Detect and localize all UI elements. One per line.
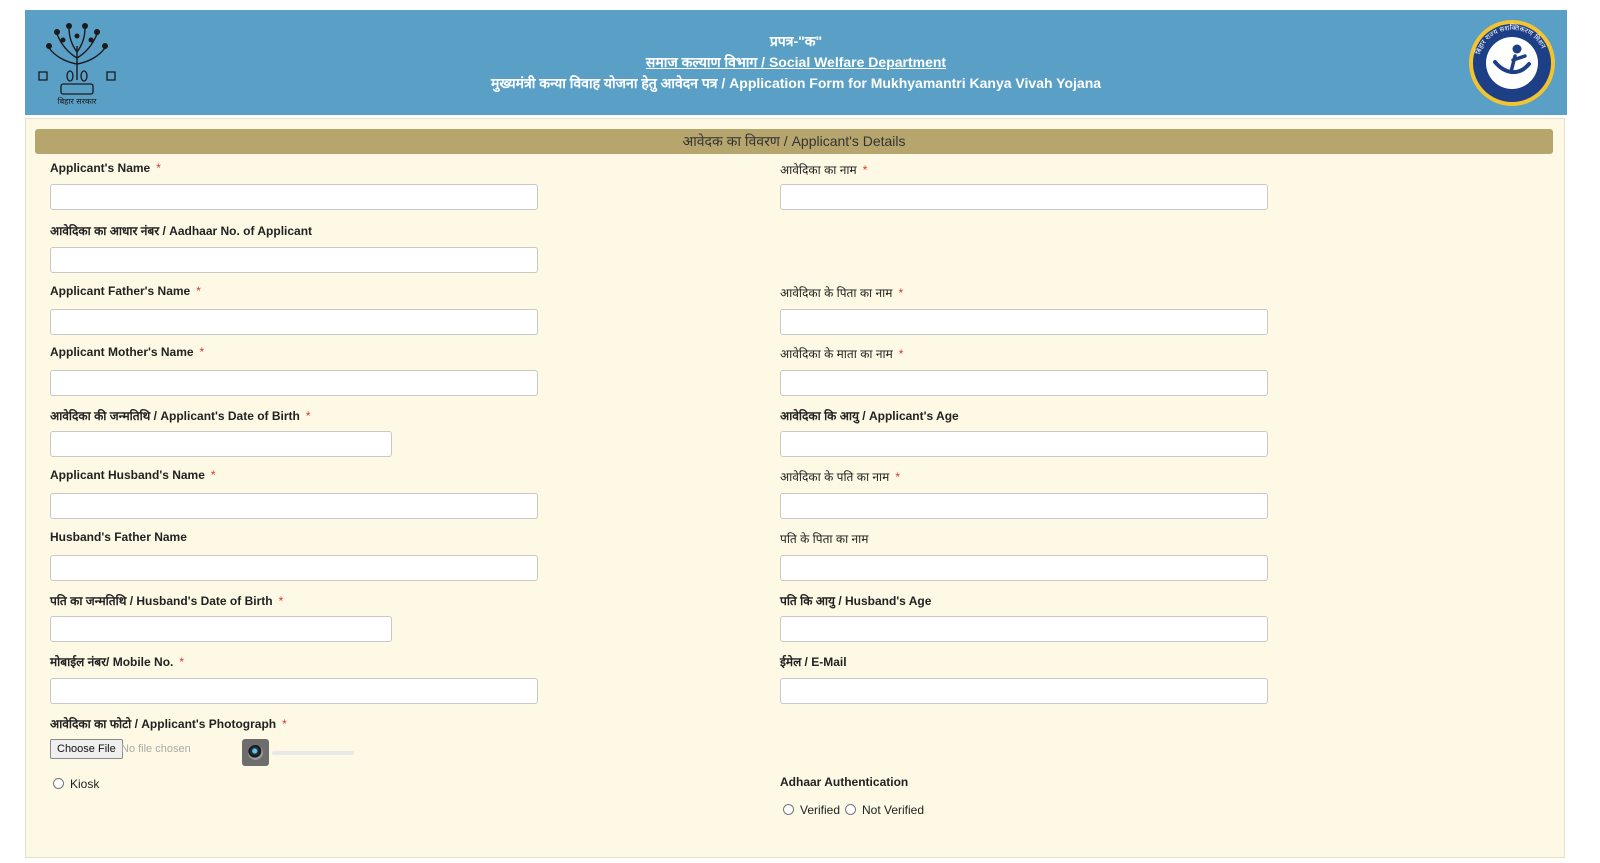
aadhaar-input[interactable] [50, 247, 538, 273]
father-name-hindi-label: आवेदिका के पिता का नाम * [780, 286, 904, 300]
husband-father-input[interactable] [50, 555, 538, 581]
applicant-name-input[interactable] [50, 184, 538, 210]
age-label: आवेदिका कि आयु / Applicant's Age [780, 409, 959, 423]
applicant-name-hindi-label: आवेदिका का नाम * [780, 163, 868, 177]
email-input[interactable] [780, 678, 1268, 704]
husband-dob-label: पति का जन्मतिथि / Husband's Date of Birt… [50, 594, 284, 608]
husband-name-label: Applicant Husband's Name * [50, 468, 216, 482]
kiosk-label: Kiosk [70, 777, 100, 791]
applicant-name-hindi-input[interactable] [780, 184, 1268, 210]
email-label: ईमेल / E-Mail [780, 655, 847, 669]
camera-zoom-slider[interactable] [272, 751, 354, 755]
husband-father-label: Husband's Father Name [50, 530, 187, 544]
svg-text:बिहार सरकार: बिहार सरकार [58, 96, 98, 106]
husband-name-hindi-input[interactable] [780, 493, 1268, 519]
not-verified-label: Not Verified [862, 803, 925, 817]
mobile-input[interactable] [50, 678, 538, 704]
verified-label: Verified [800, 803, 841, 817]
department-title: समाज कल्याण विभाग / Social Welfare Depar… [645, 54, 947, 70]
dob-input[interactable] [50, 431, 392, 457]
husband-father-hindi-input[interactable] [780, 555, 1268, 581]
father-name-label: Applicant Father's Name * [50, 284, 201, 298]
page-header: बिहार सरकार प्रपत्र-"क" समाज कल्याण विभा… [25, 10, 1567, 115]
not-verified-radio[interactable] [845, 804, 856, 815]
camera-icon[interactable] [242, 739, 269, 766]
mission-logo: बिहार राज्य सशक्तिकरण मिशन [1469, 20, 1555, 106]
father-name-input[interactable] [50, 309, 538, 335]
form-code-title: प्रपत्र-"क" [769, 33, 823, 49]
husband-name-input[interactable] [50, 493, 538, 519]
dob-label: आवेदिका की जन्मतिथि / Applicant's Date o… [50, 409, 311, 423]
husband-name-hindi-label: आवेदिका के पति का नाम * [780, 470, 900, 484]
age-input[interactable] [780, 431, 1268, 457]
kiosk-radio[interactable] [53, 778, 64, 789]
aadhaar-label: आवेदिका का आधार नंबर / Aadhaar No. of Ap… [50, 224, 313, 238]
husband-age-input[interactable] [780, 616, 1268, 642]
file-status-text: No file chosen [121, 743, 191, 755]
mother-name-hindi-input[interactable] [780, 370, 1268, 396]
application-form-title: मुख्यमंत्री कन्या विवाह योजना हेतु आवेदन… [490, 75, 1102, 91]
mother-name-input[interactable] [50, 370, 538, 396]
section-title-bar: आवेदक का विवरण / Applicant's Details [35, 129, 1553, 154]
husband-father-hindi-label: पति के पिता का नाम [780, 532, 869, 546]
father-name-hindi-input[interactable] [780, 309, 1268, 335]
mobile-label: मोबाईल नंबर/ Mobile No. * [50, 655, 185, 669]
husband-dob-input[interactable] [50, 616, 392, 642]
photo-label: आवेदिका का फोटो / Applicant's Photograph… [50, 717, 287, 731]
verified-radio[interactable] [783, 804, 794, 815]
adhaar-auth-title: Adhaar Authentication [780, 775, 909, 789]
choose-file-button[interactable]: Choose File [50, 739, 123, 759]
mother-name-label: Applicant Mother's Name * [50, 345, 205, 359]
husband-age-label: पति कि आयु / Husband's Age [780, 594, 932, 608]
applicant-name-label: Applicant's Name * [50, 161, 161, 175]
applicant-details-panel: आवेदक का विवरण / Applicant's Details App… [25, 118, 1565, 858]
mother-name-hindi-label: आवेदिका के माता का नाम * [780, 347, 904, 361]
